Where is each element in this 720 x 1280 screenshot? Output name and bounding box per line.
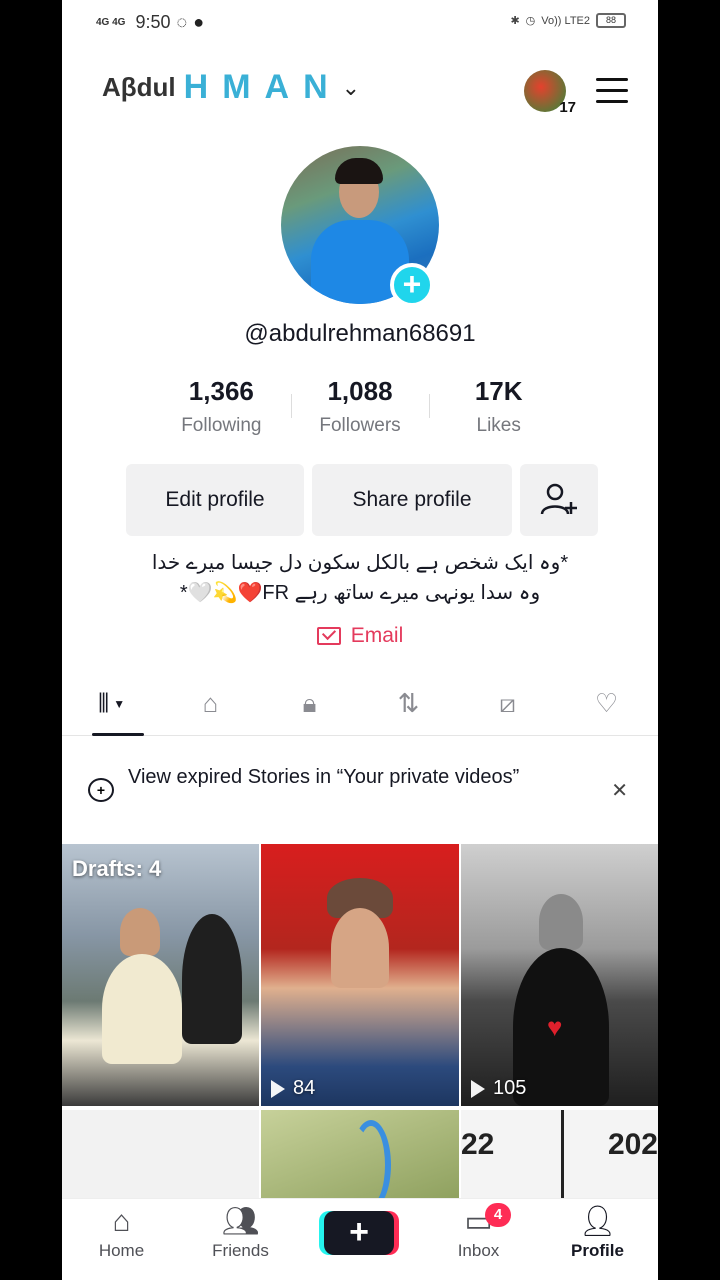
- nav-label: Friends: [212, 1241, 269, 1260]
- username-decorated-prefix: Aβdul: [102, 72, 176, 102]
- banner-text: View expired Stories in “Your private vi…: [128, 766, 520, 788]
- stat-likes[interactable]: 17K Likes: [429, 376, 568, 446]
- video-thumbnail[interactable]: 84: [261, 844, 459, 1106]
- flag-badge[interactable]: 17: [524, 70, 576, 116]
- play-icon: [271, 1079, 285, 1098]
- profile-bio: *وہ ایک شخص ہے بالکل سکون دل جیسا میرے خ…: [102, 548, 618, 608]
- home-icon: ⌂: [112, 1205, 131, 1238]
- inbox-badge: 4: [485, 1203, 511, 1227]
- bookmark-hidden-icon: ⧄: [499, 687, 516, 718]
- stat-label: Following: [181, 415, 262, 436]
- tab-reposts[interactable]: ⇅: [359, 672, 458, 735]
- profile-stats: 1,366 Following 1,088 Followers 17K Like…: [152, 376, 568, 446]
- stat-value: 1,088: [327, 376, 393, 406]
- inbox-icon: ▭: [464, 1205, 493, 1238]
- content-tabs: ⦀ ▼ ⌂ 🔒︎ ⇅ ⧄ ♡: [62, 672, 658, 736]
- video-thumbnail[interactable]: ♥ 105: [461, 844, 658, 1106]
- menu-icon[interactable]: [596, 78, 628, 104]
- network-indicator: 4G 4G: [96, 17, 126, 28]
- heart-hidden-icon: ♡: [594, 688, 619, 718]
- bio-line: وہ سدا یونہی میرے ساتھ رہے FR❤️💫🤍*: [179, 582, 541, 604]
- broken-heart-icon: ♥: [547, 1012, 563, 1042]
- stat-label: Followers: [319, 415, 401, 436]
- badge-count: 17: [559, 99, 576, 116]
- nav-label: Home: [98, 1241, 145, 1260]
- lock-icon: 🔒︎: [302, 687, 317, 718]
- profile-actions: Edit profile Share profile: [126, 464, 598, 536]
- nav-create[interactable]: +: [300, 1199, 419, 1280]
- story-icon: +: [88, 778, 114, 802]
- stat-label: Likes: [476, 415, 521, 436]
- edit-profile-button[interactable]: Edit profile: [126, 464, 304, 536]
- tab-private[interactable]: 🔒︎: [260, 672, 359, 735]
- bottom-nav: ⌂ Home 👥︎ Friends + ▭ 4 Inbox 👤︎ Profile: [62, 1198, 658, 1280]
- tab-liked[interactable]: ♡: [557, 672, 656, 735]
- video-thumbnail-drafts[interactable]: Drafts: 4: [62, 844, 259, 1106]
- video-thumbnail[interactable]: [62, 1110, 259, 1202]
- email-link[interactable]: Email: [62, 624, 658, 648]
- status-bar: 4G 4G 9:50 ◌ ● ✱ ◷ Vo)) LTE2 88: [62, 0, 658, 46]
- battery-indicator: 88: [596, 13, 626, 28]
- profile-screen: 4G 4G 9:50 ◌ ● ✱ ◷ Vo)) LTE2 88 Aβdul HM…: [62, 0, 658, 1280]
- play-icon: [471, 1079, 485, 1098]
- stat-following[interactable]: 1,366 Following: [152, 376, 291, 446]
- stat-followers[interactable]: 1,088 Followers: [290, 376, 430, 446]
- bluetooth-icon: ✱: [510, 15, 520, 27]
- repost-icon: ⇅: [397, 688, 420, 718]
- alarm-icon: ◷: [525, 15, 536, 27]
- mail-icon: [316, 627, 341, 645]
- shop-icon: ⌂: [202, 688, 219, 718]
- nav-inbox[interactable]: ▭ 4 Inbox: [419, 1199, 538, 1280]
- volte-indicator: Vo)) LTE2: [541, 14, 590, 27]
- whatsapp-icon: ◌: [176, 12, 188, 32]
- chevron-down-icon: ⌄: [341, 74, 361, 100]
- nav-profile[interactable]: 👤︎ Profile: [538, 1199, 657, 1280]
- email-label: Email: [350, 624, 404, 647]
- view-count: 105: [471, 1077, 526, 1100]
- username-title: HMAN: [183, 68, 342, 106]
- stat-value: 17K: [474, 376, 523, 406]
- nav-home[interactable]: ⌂ Home: [62, 1199, 181, 1280]
- add-person-icon: [540, 483, 577, 515]
- view-count: 84: [271, 1077, 315, 1100]
- stat-value: 1,366: [188, 376, 254, 406]
- nav-label: Inbox: [457, 1241, 500, 1260]
- clock: 9:50: [135, 12, 171, 32]
- video-thumbnail[interactable]: 22 202: [461, 1110, 658, 1202]
- tab-shop[interactable]: ⌂: [161, 672, 260, 735]
- nav-friends[interactable]: 👥︎ Friends: [181, 1199, 300, 1280]
- grid-icon: ⦀: [97, 687, 110, 718]
- nav-label: Profile: [571, 1241, 624, 1260]
- close-icon[interactable]: ✕: [611, 778, 628, 803]
- tab-favorites[interactable]: ⧄: [458, 672, 557, 735]
- add-friends-button[interactable]: [520, 464, 598, 536]
- account-switcher[interactable]: Aβdul HMAN ⌄: [102, 68, 360, 107]
- chat-bubble-icon: ●: [193, 12, 205, 32]
- friends-icon: 👥︎: [221, 1205, 260, 1238]
- profile-icon: 👤︎: [578, 1205, 617, 1238]
- thumbnail-text: 202: [607, 1128, 658, 1161]
- video-thumbnail[interactable]: [261, 1110, 459, 1202]
- drafts-count: Drafts: 4: [72, 856, 162, 881]
- thumbnail-text: 22: [461, 1128, 495, 1161]
- expired-stories-banner[interactable]: + View expired Stories in “Your private …: [62, 752, 658, 828]
- bio-line: *وہ ایک شخص ہے بالکل سکون دل جیسا میرے خ…: [151, 552, 569, 574]
- tab-videos[interactable]: ⦀ ▼: [62, 672, 161, 736]
- profile-handle: @abdulrehman68691: [244, 320, 476, 347]
- share-profile-button[interactable]: Share profile: [312, 464, 512, 536]
- create-plus-icon: +: [324, 1211, 394, 1255]
- add-story-plus-icon[interactable]: +: [390, 263, 434, 307]
- caret-down-icon: ▼: [113, 696, 126, 711]
- profile-header: Aβdul HMAN ⌄ 17: [62, 60, 658, 120]
